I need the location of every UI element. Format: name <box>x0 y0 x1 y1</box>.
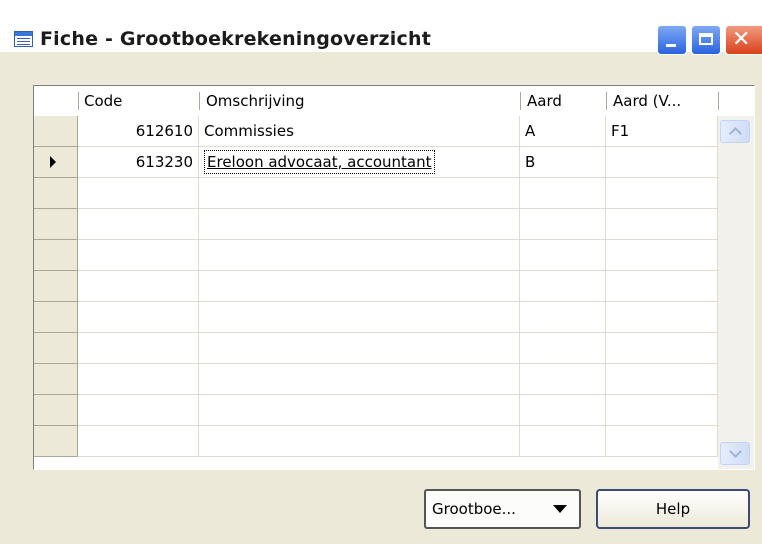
form-icon <box>14 31 33 47</box>
column-header-aard[interactable]: Aard <box>527 86 603 116</box>
chevron-down-icon <box>729 445 742 458</box>
cell-code[interactable] <box>78 333 199 364</box>
cell-aard[interactable] <box>520 209 606 240</box>
focused-cell-text[interactable]: Ereloon advocaat, accountant <box>204 150 435 174</box>
row-selector[interactable] <box>34 395 78 426</box>
cell-code[interactable] <box>78 302 199 333</box>
ledger-grid: Code Omschrijving Aard Aard (V... 612610… <box>34 86 754 469</box>
cell-description[interactable] <box>199 209 520 240</box>
maximize-button[interactable] <box>691 25 721 55</box>
row-selector[interactable] <box>34 364 78 395</box>
cell-aard[interactable]: A <box>520 116 606 147</box>
column-separator[interactable] <box>199 92 200 110</box>
cell-aard-v[interactable] <box>606 147 718 178</box>
table-row[interactable] <box>34 240 718 271</box>
cell-aard[interactable]: B <box>520 147 606 178</box>
row-selector[interactable] <box>34 116 78 147</box>
column-separator[interactable] <box>520 92 521 110</box>
ledger-menu-button[interactable]: Grootboe... <box>424 489 581 529</box>
cell-description[interactable]: Ereloon advocaat, accountant <box>199 147 520 178</box>
cell-code[interactable] <box>78 209 199 240</box>
ledger-menu-label: Grootboe... <box>432 500 516 518</box>
table-row[interactable] <box>34 395 718 426</box>
row-selector[interactable] <box>34 302 78 333</box>
table-row[interactable] <box>34 178 718 209</box>
current-row-arrow-icon <box>50 156 56 168</box>
column-header-code[interactable]: Code <box>84 86 194 116</box>
cell-aard[interactable] <box>520 426 606 457</box>
cell-description[interactable] <box>199 364 520 395</box>
table-row[interactable] <box>34 333 718 364</box>
cell-aard-v[interactable] <box>606 209 718 240</box>
cell-code[interactable] <box>78 240 199 271</box>
minimize-button[interactable] <box>657 25 687 55</box>
cell-description[interactable] <box>199 333 520 364</box>
window: Fiche - Grootboekrekeningoverzicht ✕ Cod… <box>0 0 762 544</box>
cell-code[interactable] <box>78 395 199 426</box>
cell-aard[interactable] <box>520 364 606 395</box>
cell-aard[interactable] <box>520 302 606 333</box>
cell-description[interactable] <box>199 302 520 333</box>
row-selector[interactable] <box>34 209 78 240</box>
column-separator[interactable] <box>718 92 719 110</box>
cell-code[interactable]: 612610 <box>78 116 199 147</box>
row-selector[interactable] <box>34 271 78 302</box>
table-row[interactable] <box>34 271 718 302</box>
cell-code[interactable] <box>78 271 199 302</box>
cell-aard-v[interactable] <box>606 271 718 302</box>
chevron-up-icon <box>729 127 742 140</box>
row-selector[interactable] <box>34 426 78 457</box>
row-selector[interactable] <box>34 178 78 209</box>
cell-aard-v[interactable] <box>606 333 718 364</box>
table-row[interactable] <box>34 364 718 395</box>
cell-aard[interactable] <box>520 333 606 364</box>
close-button[interactable]: ✕ <box>725 25 762 55</box>
cell-aard-v[interactable] <box>606 426 718 457</box>
cell-aard-v[interactable] <box>606 302 718 333</box>
column-separator[interactable] <box>78 92 79 110</box>
cell-description[interactable] <box>199 426 520 457</box>
cell-description[interactable]: Commissies <box>199 116 520 147</box>
help-button[interactable]: Help <box>596 489 750 529</box>
cell-aard-v[interactable] <box>606 178 718 209</box>
cell-aard-v[interactable] <box>606 395 718 426</box>
scroll-down-button[interactable] <box>720 442 750 465</box>
row-selector[interactable] <box>34 333 78 364</box>
cell-aard-v[interactable] <box>606 364 718 395</box>
cell-code[interactable] <box>78 364 199 395</box>
table-row[interactable] <box>34 426 718 457</box>
vertical-scrollbar[interactable] <box>718 116 754 469</box>
cell-aard[interactable] <box>520 178 606 209</box>
column-header-aard-v[interactable]: Aard (V... <box>613 86 711 116</box>
scroll-up-button[interactable] <box>720 120 750 143</box>
cell-description[interactable] <box>199 240 520 271</box>
table-row[interactable] <box>34 209 718 240</box>
cell-description[interactable] <box>199 271 520 302</box>
cell-aard[interactable] <box>520 271 606 302</box>
close-icon: ✕ <box>732 27 751 52</box>
grid-header: Code Omschrijving Aard Aard (V... <box>34 86 754 116</box>
window-title: Fiche - Grootboekrekeningoverzicht <box>40 28 431 50</box>
row-selector[interactable] <box>34 240 78 271</box>
cell-aard-v[interactable] <box>606 240 718 271</box>
cell-code[interactable]: 613230 <box>78 147 199 178</box>
column-header-description[interactable]: Omschrijving <box>206 86 516 116</box>
table-row[interactable]: 613230 Ereloon advocaat, accountant B <box>34 147 718 178</box>
column-separator[interactable] <box>606 92 607 110</box>
row-selector[interactable] <box>34 147 78 178</box>
title-bar[interactable]: Fiche - Grootboekrekeningoverzicht ✕ <box>0 0 762 55</box>
cell-description[interactable] <box>199 178 520 209</box>
cell-aard[interactable] <box>520 240 606 271</box>
cell-aard-v[interactable]: F1 <box>606 116 718 147</box>
cell-aard[interactable] <box>520 395 606 426</box>
table-row[interactable]: 612610 Commissies A F1 <box>34 116 718 147</box>
dropdown-arrow-icon <box>553 505 567 513</box>
cell-code[interactable] <box>78 426 199 457</box>
cell-code[interactable] <box>78 178 199 209</box>
table-row[interactable] <box>34 302 718 333</box>
cell-description[interactable] <box>199 395 520 426</box>
